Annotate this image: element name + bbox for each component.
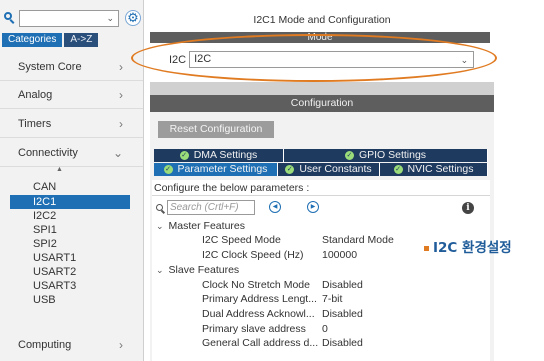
category-system-core[interactable]: System Core › [0, 53, 143, 81]
param-value[interactable]: Disabled [322, 308, 363, 320]
param-value[interactable]: Standard Mode [322, 234, 394, 246]
peripheral-item-usart3[interactable]: USART3 [10, 279, 130, 293]
annotation-text: I2C 환경설정 [433, 240, 512, 256]
category-computing[interactable]: Computing › [0, 331, 143, 359]
peripheral-item-usart2[interactable]: USART2 [10, 265, 130, 279]
chevron-down-icon[interactable]: ⌄ [106, 13, 114, 24]
collapse-icon[interactable]: ⌄ [156, 221, 164, 231]
param-name: I2C Clock Speed (Hz) [202, 249, 304, 261]
check-circle-icon: ✓ [344, 151, 354, 160]
chevron-right-icon: › [119, 87, 123, 102]
collapse-icon[interactable]: ⌄ [156, 265, 164, 275]
tab-parameter-settings[interactable]: ✓ Parameter Settings [154, 163, 278, 176]
parameter-search-input[interactable]: Search (Crtl+F) [167, 200, 255, 215]
peripheral-item-i2c2[interactable]: I2C2 [10, 209, 130, 223]
category-label: Analog [18, 88, 53, 101]
param-value[interactable]: 100000 [322, 249, 357, 261]
category-label: Connectivity [18, 146, 78, 159]
next-match-icon[interactable]: ▶ [307, 201, 319, 213]
group-master-features[interactable]: ⌄ Master Features [156, 220, 245, 232]
category-label: System Core [18, 60, 82, 73]
check-circle-icon: ✓ [393, 165, 403, 174]
parameter-panel: Configure the below parameters : Search … [152, 180, 490, 361]
gear-icon[interactable]: ⚙ [125, 10, 141, 26]
tab-a-to-z[interactable]: A->Z [64, 33, 99, 47]
peripheral-item-usb[interactable]: USB [10, 293, 130, 307]
tab-user-constants[interactable]: ✓ User Constants [278, 163, 380, 176]
sidebar: ⌄ ⚙ Categories A->Z System Core › Analog… [0, 0, 144, 361]
sidebar-tabs: Categories A->Z [2, 33, 99, 47]
param-value[interactable]: 7-bit [322, 293, 342, 305]
param-name: General Call address d... [202, 337, 319, 349]
tab-label: Parameter Settings [177, 163, 268, 175]
tab-label: NVIC Settings [407, 163, 474, 175]
chevron-down-icon: ⌄ [112, 145, 123, 160]
page-title: I2C1 Mode and Configuration [253, 14, 391, 26]
previous-match-icon[interactable]: ◀ [269, 201, 281, 213]
search-icon [156, 204, 165, 214]
param-value[interactable]: Disabled [322, 279, 363, 291]
tab-gpio-settings[interactable]: ✓ GPIO Settings [284, 149, 488, 162]
param-name: Clock No Stretch Mode [202, 279, 310, 291]
configuration-section-header: Configuration [150, 95, 494, 112]
reset-configuration-button[interactable]: Reset Configuration [158, 121, 274, 138]
sidebar-search-row: ⌄ ⚙ [4, 9, 141, 27]
chevron-right-icon: › [119, 338, 123, 352]
highlight-ellipse [131, 34, 497, 82]
bullet-icon [424, 245, 429, 251]
peripheral-item-spi1[interactable]: SPI1 [10, 223, 130, 237]
check-circle-icon: ✓ [163, 165, 173, 174]
group-title: Master Features [168, 220, 245, 232]
tab-label: DMA Settings [193, 149, 258, 161]
sidebar-search-input[interactable]: ⌄ [19, 9, 119, 27]
group-slave-features[interactable]: ⌄ Slave Features [156, 264, 239, 276]
param-value[interactable]: 0 [322, 323, 328, 335]
peripheral-item-usart1[interactable]: USART1 [10, 251, 130, 265]
chevron-right-icon: › [119, 59, 123, 74]
check-circle-icon: ✓ [179, 151, 189, 160]
info-icon[interactable]: i [462, 202, 474, 214]
peripheral-item-spi2[interactable]: SPI2 [10, 237, 130, 251]
mode-empty-area [150, 82, 494, 95]
param-name: Dual Address Acknowl... [202, 308, 315, 320]
category-label: Computing [18, 339, 72, 351]
check-circle-icon: ✓ [285, 165, 295, 174]
category-connectivity[interactable]: Connectivity ⌄ [0, 139, 143, 167]
divider [152, 195, 490, 196]
category-timers[interactable]: Timers › [0, 110, 143, 138]
param-name: Primary Address Lengt... [202, 293, 317, 305]
tab-label: GPIO Settings [358, 149, 427, 161]
sort-up-icon[interactable]: ▲ [56, 166, 63, 173]
configure-instruction: Configure the below parameters : [154, 182, 310, 194]
param-value[interactable]: Disabled [322, 337, 363, 349]
peripheral-item-can[interactable]: CAN [10, 180, 130, 194]
param-name: I2C Speed Mode [202, 234, 281, 246]
peripheral-item-i2c1[interactable]: I2C1 [10, 195, 130, 209]
tab-nvic-settings[interactable]: ✓ NVIC Settings [380, 163, 488, 176]
tab-dma-settings[interactable]: ✓ DMA Settings [154, 149, 284, 162]
category-label: Timers [18, 117, 52, 130]
chevron-right-icon: › [119, 116, 123, 131]
search-icon[interactable] [4, 11, 16, 25]
tab-label: User Constants [299, 163, 372, 175]
group-title: Slave Features [168, 264, 240, 276]
category-analog[interactable]: Analog › [0, 81, 143, 109]
tab-categories[interactable]: Categories [2, 33, 63, 47]
annotation-label: I2C 환경설정 [424, 236, 512, 256]
param-name: Primary slave address [202, 323, 306, 335]
